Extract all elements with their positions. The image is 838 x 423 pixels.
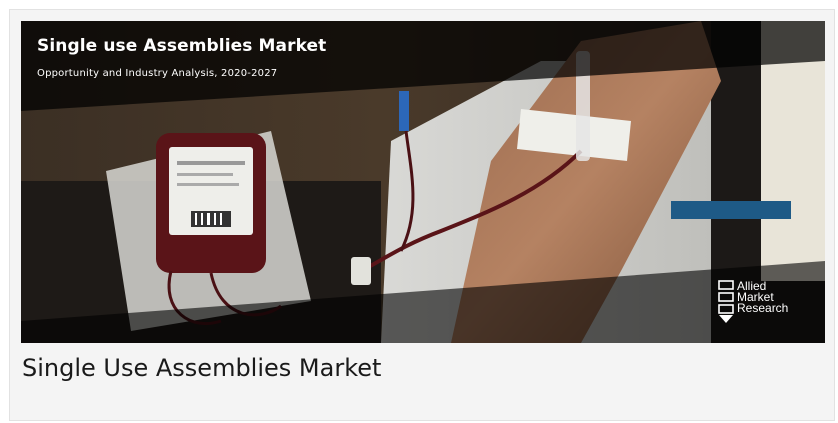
- banner-title: Single use Assemblies Market: [37, 36, 327, 56]
- logo-mark-icon: [718, 280, 734, 323]
- article-card[interactable]: Single use Assemblies Market Opportunity…: [9, 9, 835, 421]
- card-caption[interactable]: Single Use Assemblies Market: [22, 354, 381, 382]
- logo-line-research: Research: [737, 301, 789, 315]
- logo-wordmark: Allied Market Research: [737, 280, 789, 315]
- banner-subtitle: Opportunity and Industry Analysis, 2020-…: [37, 68, 278, 79]
- banner-image[interactable]: Single use Assemblies Market Opportunity…: [21, 21, 825, 343]
- allied-market-research-logo: Allied Market Research: [718, 279, 818, 335]
